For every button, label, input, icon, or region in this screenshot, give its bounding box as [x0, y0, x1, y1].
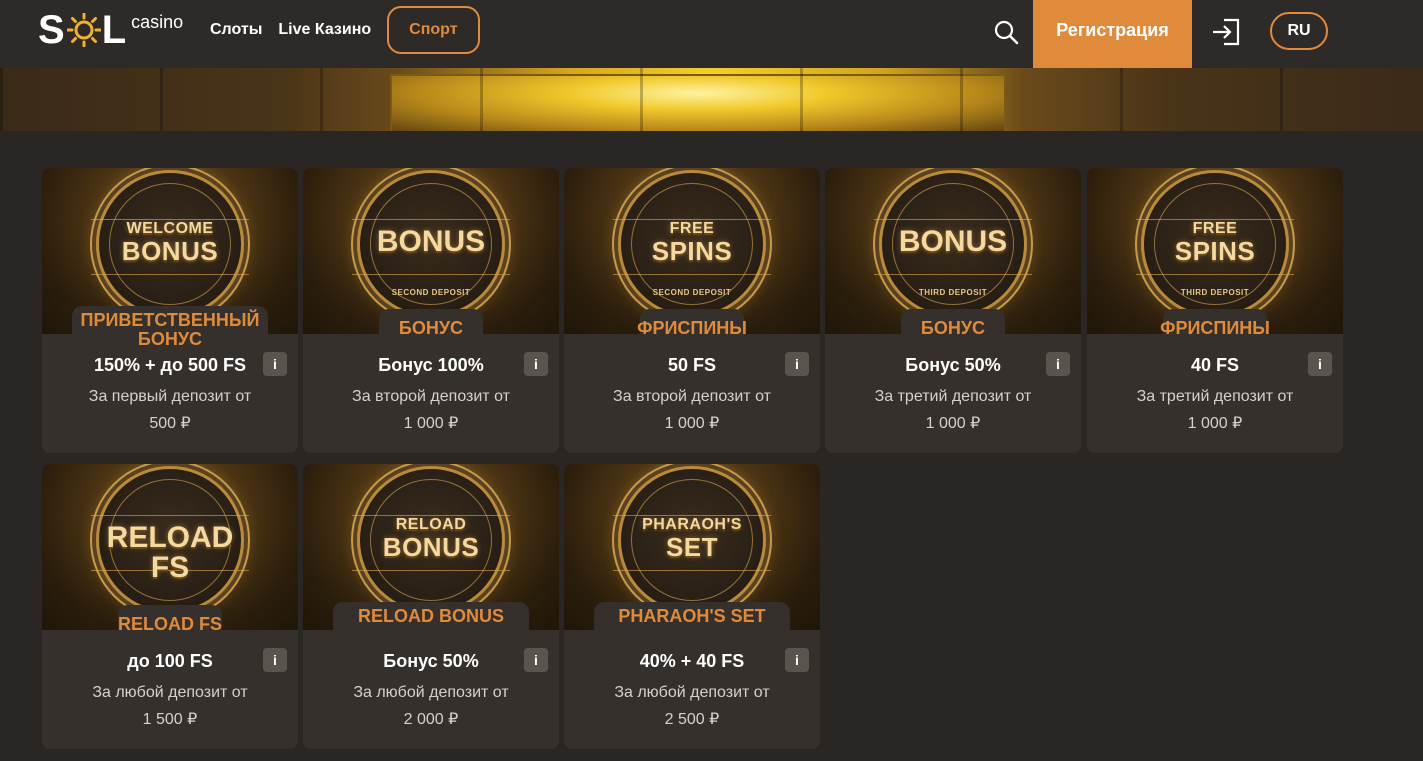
bonus-title: PHARAOH'S SET [618, 606, 766, 626]
bonus-min-deposit: 1 000 ₽ [1187, 415, 1243, 432]
bonus-card[interactable]: BONUS SECOND DEPOSIT БОНУС Бонус 100% i … [303, 168, 559, 453]
login-icon[interactable] [1210, 16, 1242, 48]
bonus-medal-emblem: BONUS SECOND DEPOSIT [352, 170, 510, 318]
nav-slots[interactable]: Слоты [210, 21, 262, 39]
medal-sublabel: THIRD DEPOSIT [1180, 288, 1250, 297]
medal-label: PHARAOH'S SET [642, 516, 742, 562]
bonus-min-deposit: 2 000 ₽ [403, 711, 459, 728]
medal-label: FREE SPINS [651, 220, 733, 266]
bonus-medal-emblem: FREE SPINS THIRD DEPOSIT [1136, 170, 1294, 318]
bonus-min-deposit: 1 000 ₽ [925, 415, 981, 432]
bonus-min-deposit: 1 500 ₽ [142, 711, 198, 728]
search-icon[interactable] [992, 18, 1020, 46]
bonus-medal-emblem: PHARAOH'S SET [613, 466, 771, 614]
bonus-medal-emblem: BONUS THIRD DEPOSIT [874, 170, 1032, 318]
info-icon[interactable]: i [1308, 352, 1332, 376]
main-nav: Слоты Live Казино Спорт [210, 6, 480, 54]
medal-label: RELOAD BONUS [382, 516, 480, 562]
language-selector[interactable]: RU [1270, 12, 1328, 50]
bonus-card[interactable]: RELOAD FS RELOAD FS до 100 FS i За любой… [42, 464, 298, 749]
bonus-min-deposit: 500 ₽ [149, 415, 191, 432]
medal-label: BONUS [898, 225, 1008, 258]
sun-icon [66, 12, 102, 48]
bonus-amount: 50 FS [667, 355, 717, 375]
bonus-medal-emblem: WELCOME BONUS [91, 170, 249, 318]
bonus-amount: Бонус 50% [383, 651, 479, 671]
bonus-card[interactable]: FREE SPINS THIRD DEPOSIT ФРИСПИНЫ 40 FS i… [1087, 168, 1343, 453]
nav-sport-button[interactable]: Спорт [387, 6, 480, 54]
logo-letter-l: L [101, 8, 128, 52]
bonus-condition: За любой депозит от [92, 684, 248, 701]
bonus-card[interactable]: BONUS THIRD DEPOSIT БОНУС Бонус 50% i За… [825, 168, 1081, 453]
sol-casino-logo[interactable]: S L casino [38, 10, 183, 50]
register-button[interactable]: Регистрация [1033, 0, 1192, 68]
bonus-title: ФРИСПИНЫ [1160, 318, 1270, 338]
nav-live-casino[interactable]: Live Казино [278, 21, 371, 39]
info-icon[interactable]: i [785, 352, 809, 376]
info-icon[interactable]: i [263, 648, 287, 672]
bonus-amount: 40 FS [1190, 355, 1240, 375]
logo-subtitle: casino [131, 12, 184, 32]
bonus-condition: За любой депозит от [353, 684, 509, 701]
bonus-medal-emblem: RELOAD FS [91, 466, 249, 614]
bonus-min-deposit: 1 000 ₽ [403, 415, 459, 432]
logo-letter-s: S [38, 8, 66, 52]
medal-label: FREE SPINS [1174, 220, 1256, 266]
bonus-title: ФРИСПИНЫ [637, 318, 747, 338]
promo-banner-image [0, 68, 1423, 131]
bonus-condition: За третий депозит от [874, 388, 1032, 405]
medal-label: WELCOME BONUS [121, 220, 219, 266]
bonus-amount: Бонус 50% [905, 355, 1001, 375]
bonus-title: ПРИВЕТСТВЕННЫЙ БОНУС [80, 310, 260, 349]
bonus-min-deposit: 2 500 ₽ [664, 711, 720, 728]
bonus-condition: За любой депозит от [614, 684, 770, 701]
bonus-title: БОНУС [398, 318, 464, 338]
info-icon[interactable]: i [263, 352, 287, 376]
bonus-card[interactable]: WELCOME BONUS ПРИВЕТСТВЕННЫЙ БОНУС 150% +… [42, 168, 298, 453]
bonus-title: RELOAD FS [117, 614, 222, 634]
bonus-card[interactable]: PHARAOH'S SET PHARAOH'S SET 40% + 40 FS i… [564, 464, 820, 749]
bonus-card[interactable]: FREE SPINS SECOND DEPOSIT ФРИСПИНЫ 50 FS … [564, 168, 820, 453]
bonus-condition: За второй депозит от [613, 388, 771, 405]
medal-label: BONUS [376, 225, 486, 258]
bonus-condition: За первый депозит от [88, 388, 252, 405]
medal-sublabel: THIRD DEPOSIT [918, 288, 988, 297]
info-icon[interactable]: i [524, 352, 548, 376]
logo-wordmark: S L [38, 10, 127, 50]
medal-label: RELOAD FS [106, 521, 234, 584]
bonus-title: RELOAD BONUS [357, 606, 504, 626]
bonus-condition: За второй депозит от [352, 388, 510, 405]
bonus-amount: до 100 FS [127, 651, 213, 671]
bonus-min-deposit: 1 000 ₽ [664, 415, 720, 432]
bonus-condition: За третий депозит от [1136, 388, 1294, 405]
bonus-card[interactable]: RELOAD BONUS RELOAD BONUS Бонус 50% i За … [303, 464, 559, 749]
bonus-amount: Бонус 100% [378, 355, 484, 375]
bonus-amount: 40% + 40 FS [639, 651, 745, 671]
info-icon[interactable]: i [785, 648, 809, 672]
medal-sublabel: SECOND DEPOSIT [391, 288, 471, 297]
medal-sublabel: SECOND DEPOSIT [652, 288, 732, 297]
bonus-medal-emblem: FREE SPINS SECOND DEPOSIT [613, 170, 771, 318]
info-icon[interactable]: i [1046, 352, 1070, 376]
bonus-amount: 150% + до 500 FS [93, 355, 246, 375]
site-header: S L casino Слоты Live Казино Спорт Регис… [0, 0, 1423, 68]
bonus-medal-emblem: RELOAD BONUS [352, 466, 510, 614]
info-icon[interactable]: i [524, 648, 548, 672]
bonus-title: БОНУС [920, 318, 986, 338]
